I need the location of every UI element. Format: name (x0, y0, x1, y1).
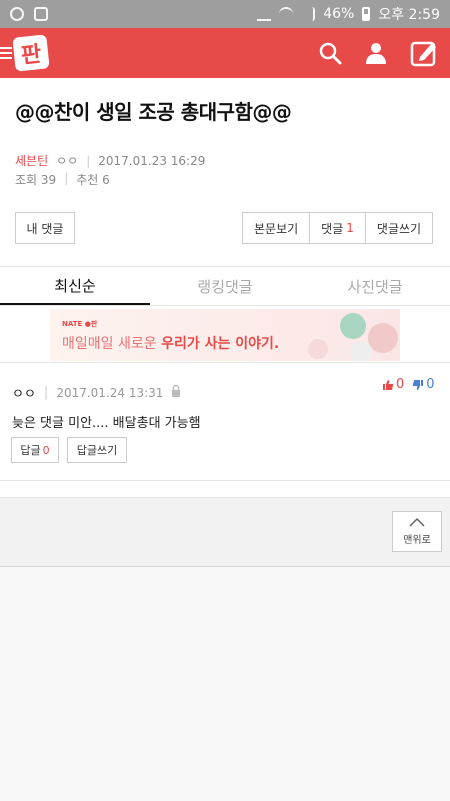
signal-icon (301, 7, 316, 21)
tab-latest[interactable]: 최신순 (0, 267, 150, 305)
battery-icon (362, 7, 371, 21)
pann-logo: 판 (12, 34, 50, 72)
comments-label: 댓글 (321, 221, 344, 236)
post-meta-stats: 조회 39 | 추천 6 (15, 171, 110, 188)
report-icon[interactable] (171, 384, 181, 401)
tab-photo[interactable]: 사진댓글 (300, 267, 450, 305)
ad-banner[interactable]: NATE ●판 매일매일 새로운 우리가 사는 이야기. (50, 309, 400, 361)
app-bar: 판 (0, 28, 450, 78)
separator: | (43, 385, 49, 400)
wifi-icon (279, 7, 294, 21)
views-count: 39 (40, 173, 57, 187)
battery-percent: 46% (323, 6, 355, 22)
my-comments-button[interactable]: 내 댓글 (15, 212, 75, 244)
write-reply-button[interactable]: 답글쓰기 (67, 437, 127, 463)
post-meta-author: 세븐틴 ㅇㅇ | 2017.01.23 16:29 (15, 152, 205, 169)
decorative-bubble (368, 323, 398, 353)
search-icon[interactable] (318, 41, 342, 65)
status-bar: 46% 오후 2:59 (0, 0, 450, 28)
downvote-button[interactable]: 0 (412, 377, 435, 392)
comment-body: 늦은 댓글 미안.... 배달총대 가능햄 (12, 416, 201, 431)
mute-icon (257, 7, 272, 21)
separator: | (64, 171, 69, 185)
scroll-to-top-button[interactable]: 맨위로 (392, 511, 442, 552)
comments-button[interactable]: 댓글 1 (310, 213, 366, 243)
banner-brand: NATE ●판 (62, 320, 98, 328)
comments-count: 1 (346, 221, 354, 235)
banner-text-light: 매일매일 새로운 (62, 336, 162, 352)
upvote-button[interactable]: 0 (382, 377, 404, 392)
replies-count: 0 (42, 443, 50, 457)
comment-sort-tabs: 최신순 랭킹댓글 사진댓글 (0, 267, 450, 305)
comment-votes: 0 0 (382, 377, 435, 392)
decorative-bubble (308, 339, 328, 359)
post-datetime: 2017.01.23 16:29 (98, 153, 206, 168)
divider (0, 362, 450, 363)
post-title: @@찬이 생일 조공 총대구함@@ (15, 100, 292, 124)
tab-ranking[interactable]: 랭킹댓글 (150, 267, 300, 305)
pann-logo-menu[interactable]: 판 (0, 34, 50, 72)
banner-text-bold: 우리가 사는 이야기. (161, 336, 280, 352)
recommend-count: 6 (102, 173, 110, 187)
notification-icon (10, 7, 24, 21)
divider (0, 305, 450, 306)
downvote-count: 0 (426, 377, 435, 392)
profile-icon[interactable] (364, 41, 388, 65)
upvote-count: 0 (396, 377, 405, 392)
chevron-up-icon (409, 517, 425, 527)
comment-date: 2017.01.24 13:31 (56, 385, 164, 400)
scroll-to-top-label: 맨위로 (403, 535, 431, 546)
thumbs-up-icon (383, 379, 394, 390)
post-nickname: ㅇㅇ (56, 154, 79, 168)
write-comment-button[interactable]: 댓글쓰기 (365, 213, 433, 243)
comment-header: ㅇㅇ | 2017.01.24 13:31 (12, 383, 181, 402)
post-action-buttons: 본문보기 댓글 1 댓글쓰기 (242, 212, 434, 244)
views-label: 조회 (15, 173, 38, 187)
banner-text: 매일매일 새로운 우리가 사는 이야기. (62, 333, 279, 353)
decorative-bubble (340, 313, 366, 339)
separator: | (86, 153, 91, 168)
menu-icon (0, 47, 12, 59)
clipboard-icon (34, 7, 48, 21)
divider (0, 480, 450, 481)
board-name[interactable]: 세븐틴 (15, 152, 48, 169)
recommend-label: 추천 (76, 173, 99, 187)
footer-lower (0, 567, 450, 801)
decorative-bubble (350, 341, 372, 361)
replies-label: 답글 (20, 444, 41, 457)
thumbs-down-icon (413, 379, 424, 390)
write-icon[interactable] (410, 39, 438, 67)
view-post-button[interactable]: 본문보기 (243, 213, 311, 243)
clock: 오후 2:59 (378, 7, 440, 23)
footer-area (0, 497, 450, 801)
replies-button[interactable]: 답글 0 (11, 437, 59, 463)
comment-author: ㅇㅇ (12, 387, 36, 402)
